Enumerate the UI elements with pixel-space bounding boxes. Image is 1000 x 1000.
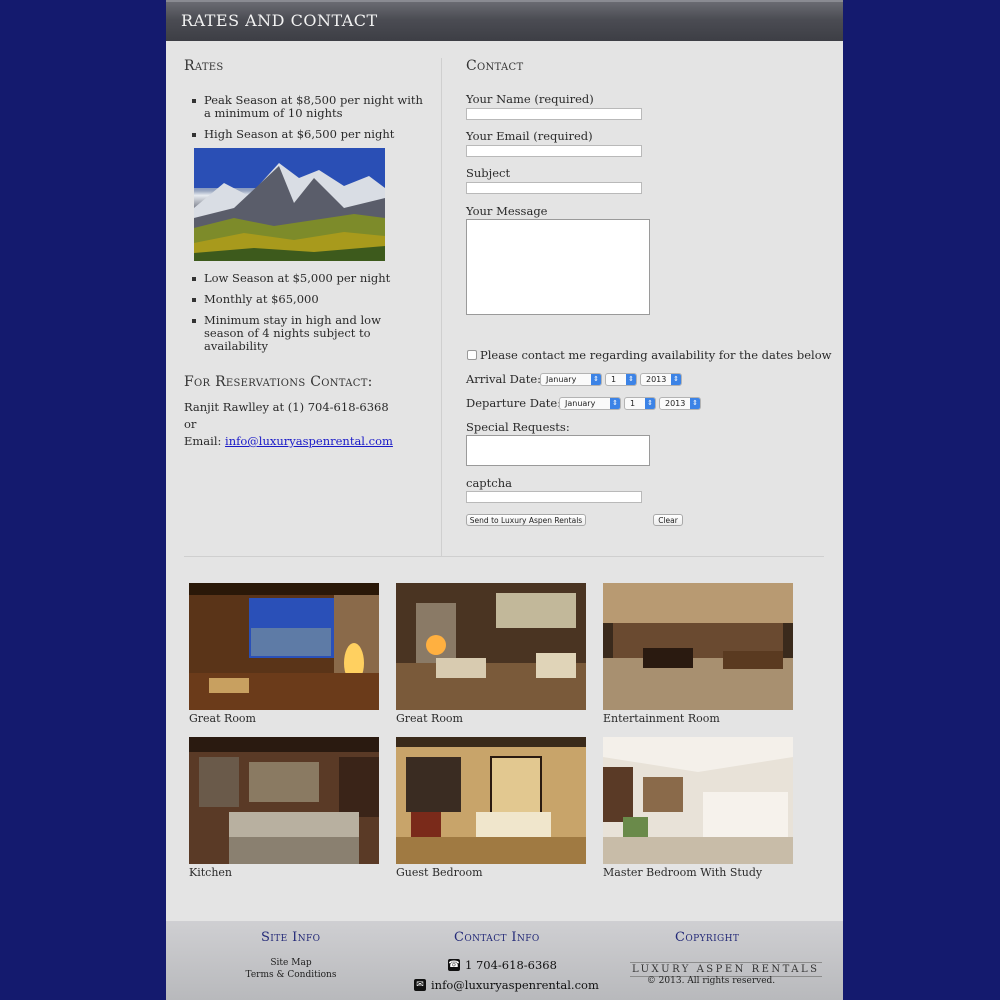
captcha-input[interactable] [466,491,642,503]
brand-logo: LUXURY ASPEN RENTALS [630,962,822,977]
departure-day-select[interactable]: 1 ⇕ [624,397,656,410]
rates-list-bottom: Low Season at $5,000 per night Monthly a… [184,272,424,361]
section-divider [184,556,824,557]
message-textarea[interactable] [466,219,650,315]
footer-contact-info-heading: Contact Info [454,930,540,945]
arrival-year-select[interactable]: 2013 ⇕ [640,373,682,386]
gallery-photo-great-room-2[interactable] [396,583,586,710]
gallery-caption: Great Room [396,712,463,725]
arrival-day-select[interactable]: 1 ⇕ [605,373,637,386]
message-label: Your Message [466,204,548,218]
availability-checkbox-label: Please contact me regarding availability… [480,348,832,362]
page-container: RATES AND CONTACT Rates Peak Season at $… [166,0,843,1000]
arrival-date-label: Arrival Date: [466,372,542,386]
chevron-down-icon: ⇕ [610,398,620,409]
chevron-down-icon: ⇕ [671,374,681,385]
footer-email[interactable]: info@luxuryaspenrental.com [431,978,599,992]
column-divider [441,58,442,556]
special-requests-label: Special Requests: [466,420,570,434]
send-button[interactable]: Send to Luxury Aspen Rentals [466,514,586,526]
gallery-photo-great-room-1[interactable] [189,583,379,710]
name-label: Your Name (required) [466,92,594,106]
reservations-email-link[interactable]: info@luxuryaspenrental.com [225,434,393,448]
chevron-down-icon: ⇕ [626,374,636,385]
gallery-caption: Entertainment Room [603,712,720,725]
chevron-down-icon: ⇕ [645,398,655,409]
subject-label: Subject [466,166,511,180]
footer-phone: 1 704-618-6368 [465,958,557,972]
rate-item-peak: Peak Season at $8,500 per night with a m… [192,94,424,120]
page-title: RATES AND CONTACT [181,11,378,30]
envelope-icon: ✉ [414,979,426,991]
footer-site-info-heading: Site Info [261,930,321,945]
reservations-email-row: Email: info@luxuryaspenrental.com [184,434,393,448]
email-label: Your Email (required) [466,129,593,143]
reservations-heading: For Reservations Contact: [184,374,373,390]
reservations-email-label: Email: [184,434,226,448]
chevron-down-icon: ⇕ [690,398,700,409]
rate-item-low: Low Season at $5,000 per night [192,272,424,285]
gallery-caption: Kitchen [189,866,232,879]
rates-heading: Rates [184,58,224,74]
footer-link-site-map[interactable]: Site Map [256,958,326,968]
gallery-photo-master-bedroom[interactable] [603,737,793,864]
gallery-caption: Master Bedroom With Study [603,866,763,879]
mountain-photo [194,148,385,261]
special-requests-textarea[interactable] [466,435,650,466]
phone-icon: ☎ [448,959,460,971]
page-header: RATES AND CONTACT [166,0,843,41]
chevron-down-icon: ⇕ [591,374,601,385]
clear-button[interactable]: Clear [653,514,683,526]
availability-checkbox[interactable] [467,350,477,360]
rate-item-high: High Season at $6,500 per night [192,128,424,141]
copyright-text: © 2013. All rights reserved. [646,976,776,986]
departure-month-select[interactable]: January ⇕ [559,397,621,410]
departure-date-label: Departure Date: [466,396,562,410]
name-input[interactable] [466,108,642,120]
departure-year-select[interactable]: 2013 ⇕ [659,397,701,410]
rate-item-minimum: Minimum stay in high and low season of 4… [192,314,424,353]
subject-input[interactable] [466,182,642,194]
footer-copyright-heading: Copyright [675,930,740,945]
footer-link-terms[interactable]: Terms & Conditions [236,970,346,980]
rates-list-top: Peak Season at $8,500 per night with a m… [184,94,424,149]
arrival-month-select[interactable]: January ⇕ [540,373,602,386]
reservations-or: or [184,417,197,431]
gallery-photo-guest-bedroom[interactable] [396,737,586,864]
gallery-photo-kitchen[interactable] [189,737,379,864]
gallery-photo-entertainment-room[interactable] [603,583,793,710]
reservations-contact-line: Ranjit Rawlley at (1) 704-618-6368 [184,400,389,414]
gallery-caption: Guest Bedroom [396,866,483,879]
rate-item-monthly: Monthly at $65,000 [192,293,424,306]
email-input[interactable] [466,145,642,157]
contact-heading: Contact [466,58,524,74]
captcha-label: captcha [466,476,512,490]
gallery-caption: Great Room [189,712,256,725]
